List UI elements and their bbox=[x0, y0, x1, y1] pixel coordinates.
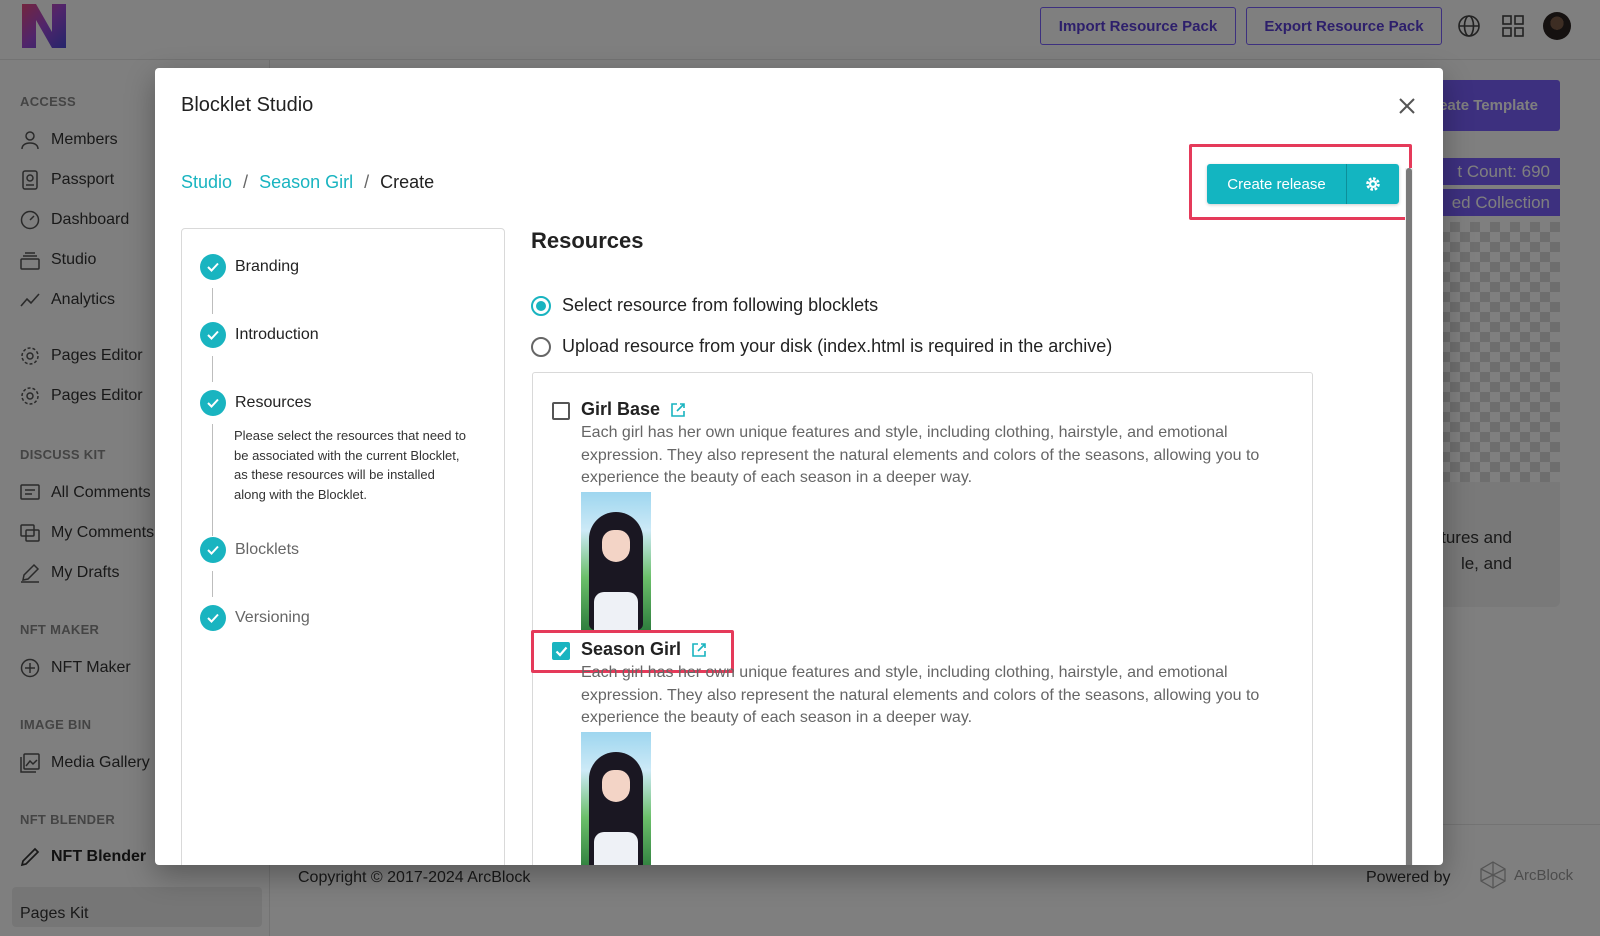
step-description: Please select the resources that need to… bbox=[234, 428, 466, 502]
breadcrumb-studio[interactable]: Studio bbox=[181, 172, 232, 193]
check-icon bbox=[200, 537, 226, 563]
dialog-title: Blocklet Studio bbox=[181, 94, 314, 116]
breadcrumb-season-girl[interactable]: Season Girl bbox=[259, 172, 353, 193]
resource-name: Girl Base bbox=[581, 399, 661, 419]
resource-description: Each girl has her own unique features an… bbox=[581, 664, 1260, 726]
radio-button[interactable] bbox=[531, 295, 551, 316]
breadcrumb: Studio / Season Girl / Create bbox=[181, 172, 434, 193]
breadcrumb-separator: / bbox=[364, 172, 370, 192]
step-connector bbox=[212, 356, 213, 382]
close-icon[interactable] bbox=[1395, 94, 1419, 118]
step-label: Blocklets bbox=[235, 541, 300, 558]
step-connector bbox=[212, 288, 213, 314]
girl-base-checkbox[interactable] bbox=[552, 402, 570, 420]
check-icon bbox=[200, 322, 226, 348]
thumbnail-face-shape bbox=[602, 770, 630, 802]
step-label: Versioning bbox=[235, 609, 310, 626]
resource-thumbnail bbox=[581, 492, 651, 630]
step-resources[interactable]: Resources bbox=[200, 390, 311, 416]
resources-heading: Resources bbox=[531, 228, 644, 253]
breadcrumb-separator: / bbox=[243, 172, 249, 192]
step-blocklets[interactable]: Blocklets bbox=[200, 537, 299, 563]
radio-label: Select resource from following blocklets bbox=[562, 295, 879, 315]
release-stepper: Branding Introduction Resources Please s… bbox=[181, 228, 505, 865]
dialog-scrollbar-thumb[interactable] bbox=[1406, 168, 1412, 865]
check-icon bbox=[200, 254, 226, 280]
thumbnail-shirt-shape bbox=[594, 592, 638, 630]
resource-description: Each girl has her own unique features an… bbox=[581, 424, 1260, 486]
step-label: Introduction bbox=[235, 326, 319, 343]
radio-label: Upload resource from your disk (index.ht… bbox=[562, 336, 1113, 356]
thumbnail-face-shape bbox=[602, 530, 630, 562]
step-connector bbox=[212, 424, 213, 536]
step-versioning[interactable]: Versioning bbox=[200, 605, 310, 631]
external-link-icon[interactable] bbox=[670, 402, 686, 418]
blocklet-studio-dialog: Blocklet Studio Studio / Season Girl / C… bbox=[155, 68, 1443, 865]
resource-item-title: Girl Base bbox=[581, 399, 686, 420]
highlight-frame bbox=[1189, 144, 1412, 220]
radio-upload-from-disk[interactable]: Upload resource from your disk (index.ht… bbox=[531, 336, 1112, 357]
step-connector bbox=[212, 571, 213, 597]
step-label: Branding bbox=[235, 258, 300, 275]
radio-select-blocklets[interactable]: Select resource from following blocklets bbox=[531, 295, 878, 316]
step-branding[interactable]: Branding bbox=[200, 254, 299, 280]
step-label: Resources bbox=[235, 394, 312, 411]
radio-button[interactable] bbox=[531, 336, 551, 357]
step-introduction[interactable]: Introduction bbox=[200, 322, 319, 348]
check-icon bbox=[200, 390, 226, 416]
thumbnail-shirt-shape bbox=[594, 832, 638, 865]
resource-thumbnail bbox=[581, 732, 651, 865]
breadcrumb-current: Create bbox=[380, 172, 435, 192]
check-icon bbox=[200, 605, 226, 631]
